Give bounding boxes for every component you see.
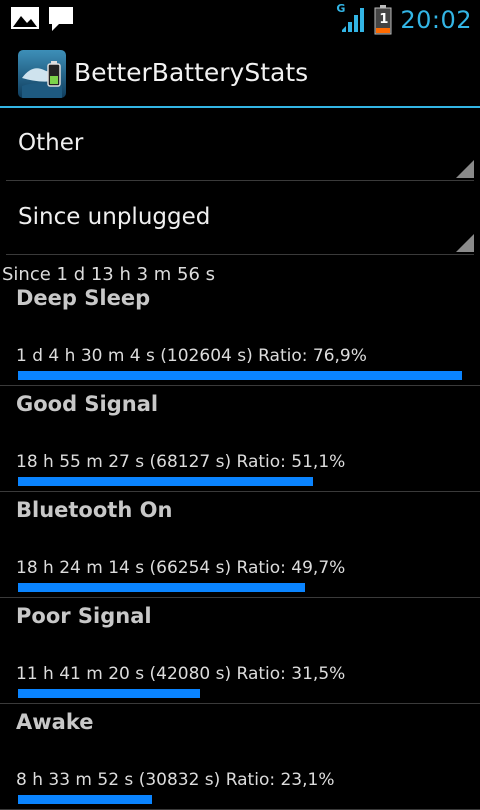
dropdown-corner-icon — [456, 160, 474, 178]
stat-row[interactable]: Deep Sleep 1 d 4 h 30 m 4 s (102604 s) R… — [0, 280, 480, 386]
ratio-bar — [18, 371, 462, 380]
stat-type-spinner-label: Other — [18, 130, 84, 156]
dropdown-corner-icon — [456, 234, 474, 252]
clock: 20:02 — [400, 6, 472, 34]
stat-row[interactable]: Awake 8 h 33 m 52 s (30832 s) Ratio: 23,… — [0, 704, 480, 810]
stat-detail: 18 h 55 m 27 s (68127 s) Ratio: 51,1% — [16, 452, 346, 472]
stat-type-spinner[interactable]: Other — [6, 108, 474, 181]
stat-detail: 8 h 33 m 52 s (30832 s) Ratio: 23,1% — [16, 770, 335, 790]
gallery-notification-icon[interactable] — [10, 6, 40, 36]
action-bar: BetterBatteryStats — [0, 38, 480, 108]
message-notification-icon[interactable] — [48, 6, 74, 36]
stat-name: Deep Sleep — [16, 286, 151, 310]
status-bar: G 1 20:02 — [0, 0, 480, 38]
ratio-bar — [18, 689, 200, 698]
stat-detail: 18 h 24 m 14 s (66254 s) Ratio: 49,7% — [16, 558, 346, 578]
battery-icon: 1 — [374, 5, 392, 35]
battery-level-text: 1 — [379, 12, 389, 27]
stat-name: Awake — [16, 710, 94, 734]
stat-range-spinner-label: Since unplugged — [18, 204, 211, 230]
app-title: BetterBatteryStats — [74, 58, 309, 87]
stat-name: Good Signal — [16, 392, 159, 416]
ratio-bar — [18, 477, 313, 486]
stat-detail: 11 h 41 m 20 s (42080 s) Ratio: 31,5% — [16, 664, 346, 684]
signal-icon: G — [336, 2, 366, 36]
stats-list[interactable]: Deep Sleep 1 d 4 h 30 m 4 s (102604 s) R… — [0, 280, 480, 810]
stat-row[interactable]: Bluetooth On 18 h 24 m 14 s (66254 s) Ra… — [0, 492, 480, 598]
network-type-label: G — [336, 2, 346, 15]
ratio-bar — [18, 583, 305, 592]
stat-name: Poor Signal — [16, 604, 152, 628]
stat-name: Bluetooth On — [16, 498, 173, 522]
stat-row[interactable]: Good Signal 18 h 55 m 27 s (68127 s) Rat… — [0, 386, 480, 492]
stat-row[interactable]: Poor Signal 11 h 41 m 20 s (42080 s) Rat… — [0, 598, 480, 704]
stat-range-spinner[interactable]: Since unplugged — [6, 182, 474, 255]
stat-detail: 1 d 4 h 30 m 4 s (102604 s) Ratio: 76,9% — [16, 346, 367, 366]
better-battery-stats-app-icon[interactable] — [18, 50, 66, 98]
